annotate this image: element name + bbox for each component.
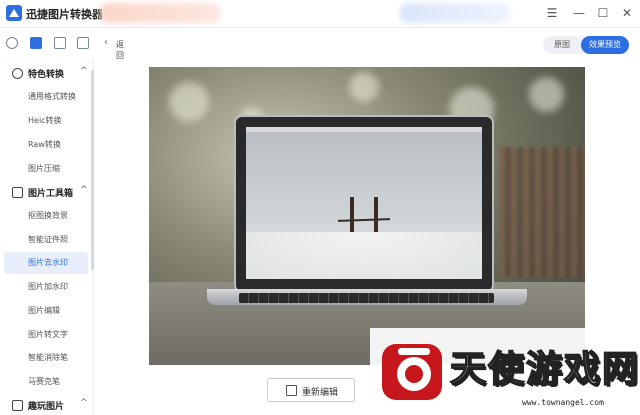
- item-label: 智能消除笔: [28, 353, 68, 362]
- section-label: 趣玩图片: [28, 402, 65, 412]
- convert-tab-icon[interactable]: [6, 37, 18, 49]
- item-label: 图片编辑: [28, 306, 60, 315]
- item-label: 图片压缩: [28, 164, 60, 173]
- item-label: 智能证件照: [28, 235, 68, 244]
- watermark-url: www.townangel.com: [522, 398, 604, 407]
- item-label: 通用格式转换: [28, 92, 76, 101]
- promo-banner[interactable]: [100, 3, 220, 23]
- close-icon[interactable]: ✕: [620, 6, 634, 20]
- item-label: 抠图换背景: [28, 211, 68, 220]
- item-label: 图片去水印: [28, 258, 68, 267]
- toolbox-tab-icon[interactable]: [30, 37, 42, 49]
- chevron-left-icon: ‹: [104, 37, 108, 48]
- convert-icon: [12, 68, 23, 79]
- site-watermark: 天使游戏网 www.townangel.com: [370, 328, 640, 415]
- sidebar-item-id-photo[interactable]: 智能证件照: [4, 229, 88, 251]
- watermark-text: 天使游戏网: [449, 348, 640, 391]
- re-edit-button[interactable]: 重新编辑: [267, 378, 355, 402]
- sidebar-item-edit[interactable]: 图片编辑: [4, 300, 88, 322]
- sidebar-item-remove-watermark[interactable]: 图片去水印: [4, 252, 88, 274]
- sidebar-item-compress[interactable]: 图片压缩: [4, 158, 88, 180]
- chevron-up-icon: ^: [80, 398, 88, 408]
- section-fun-image[interactable]: 趣玩图片 ^: [0, 394, 93, 415]
- chevron-up-icon: ^: [80, 66, 88, 76]
- app-title: 迅捷图片转换器: [26, 8, 103, 21]
- menu-icon[interactable]: ☰: [545, 6, 559, 20]
- maximize-icon[interactable]: ☐: [596, 6, 610, 20]
- laptop-illustration: [234, 115, 494, 293]
- app-logo-icon: [6, 5, 22, 21]
- minimize-icon[interactable]: —: [572, 6, 586, 20]
- watermark-logo-icon: [382, 344, 442, 400]
- item-label: 图片加水印: [28, 282, 68, 291]
- item-label: Raw转换: [28, 140, 61, 149]
- sidebar: 特色转换 ^ 通用格式转换 Heic转换 Raw转换 图片压缩 图片工具箱 ^ …: [0, 60, 94, 415]
- sidebar-item-mosaic[interactable]: 马赛克笔: [4, 371, 88, 393]
- account-banner[interactable]: [400, 3, 510, 23]
- sidebar-item-general-convert[interactable]: 通用格式转换: [4, 86, 88, 108]
- preview-image: [149, 67, 585, 365]
- sidebar-scrollbar[interactable]: [91, 70, 94, 270]
- edit-icon: [286, 385, 297, 396]
- sidebar-item-eraser[interactable]: 智能消除笔: [4, 347, 88, 369]
- section-label: 图片工具箱: [28, 189, 74, 199]
- sidebar-item-add-watermark[interactable]: 图片加水印: [4, 276, 88, 298]
- view-toggle: 原图 效果预览: [543, 36, 629, 54]
- toolbox-icon: [12, 187, 23, 198]
- title-bar: 迅捷图片转换器 ☰ — ☐ ✕: [0, 0, 640, 28]
- re-edit-label: 重新编辑: [302, 388, 339, 398]
- section-label: 特色转换: [28, 70, 65, 80]
- layers-tab-icon[interactable]: [77, 37, 89, 49]
- back-label: 返回: [116, 40, 124, 60]
- sidebar-item-raw[interactable]: Raw转换: [4, 134, 88, 156]
- sidebar-item-cutout[interactable]: 抠图换背景: [4, 205, 88, 227]
- section-toolbox[interactable]: 图片工具箱 ^: [0, 181, 93, 205]
- image-tab-icon[interactable]: [54, 37, 66, 49]
- item-label: 马赛克笔: [28, 377, 60, 386]
- item-label: 图片转文字: [28, 330, 68, 339]
- section-special-convert[interactable]: 特色转换 ^: [0, 62, 93, 86]
- sidebar-tab-bar: [0, 28, 96, 60]
- sidebar-item-heic[interactable]: Heic转换: [4, 110, 88, 132]
- chevron-up-icon: ^: [80, 185, 88, 195]
- original-view-button[interactable]: 原图: [543, 36, 581, 54]
- fun-image-icon: [12, 400, 23, 411]
- preview-view-button[interactable]: 效果预览: [581, 36, 629, 54]
- item-label: Heic转换: [28, 116, 62, 125]
- sidebar-item-ocr[interactable]: 图片转文字: [4, 324, 88, 346]
